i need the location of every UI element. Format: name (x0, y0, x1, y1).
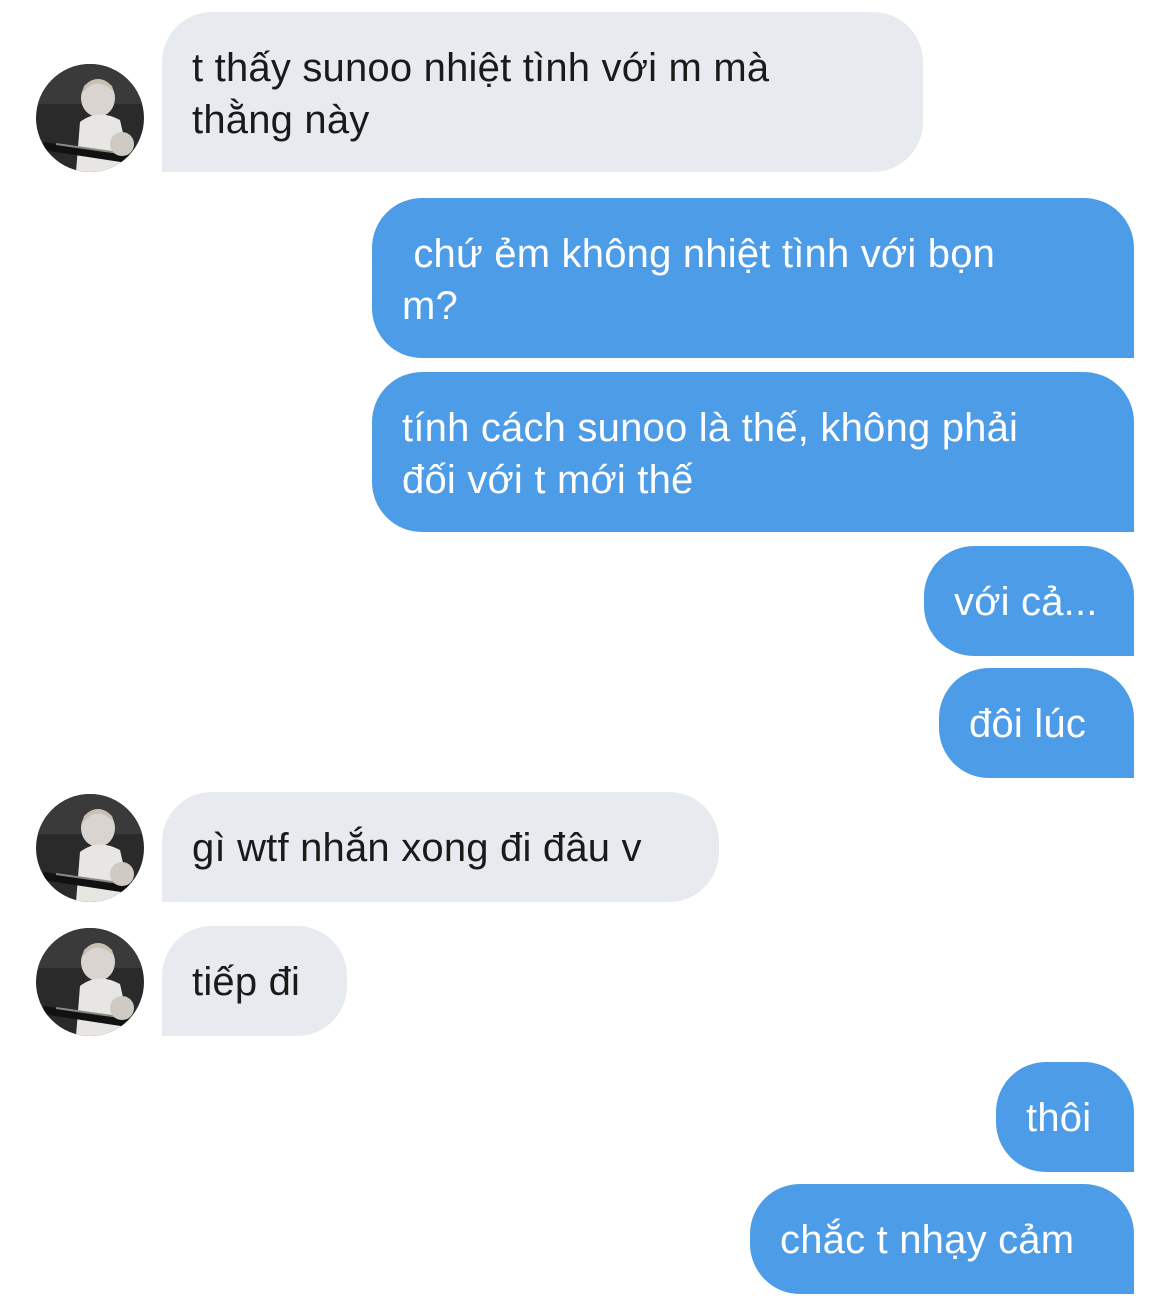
message-bubble-incoming[interactable]: t thấy sunoo nhiệt tình với m mà thằng n… (162, 12, 923, 172)
message-bubble-outgoing[interactable]: đôi lúc (939, 668, 1134, 778)
message-bubble-incoming[interactable]: gì wtf nhắn xong đi đâu v (162, 792, 719, 902)
avatar-photo-icon (36, 794, 144, 902)
avatar-photo-icon (36, 64, 144, 172)
avatar-photo-icon (36, 928, 144, 1036)
message-bubble-outgoing[interactable]: với cả... (924, 546, 1134, 656)
message-bubble-outgoing[interactable]: chứ ẻm không nhiệt tình với bọn m? (372, 198, 1134, 358)
sender-avatar[interactable] (36, 794, 144, 902)
message-bubble-outgoing[interactable]: tính cách sunoo là thế, không phải đối v… (372, 372, 1134, 532)
sender-avatar[interactable] (36, 928, 144, 1036)
sender-avatar[interactable] (36, 64, 144, 172)
message-bubble-outgoing[interactable]: thôi (996, 1062, 1134, 1172)
message-bubble-outgoing[interactable]: chắc t nhạy cảm (750, 1184, 1134, 1294)
message-bubble-incoming[interactable]: tiếp đi (162, 926, 347, 1036)
